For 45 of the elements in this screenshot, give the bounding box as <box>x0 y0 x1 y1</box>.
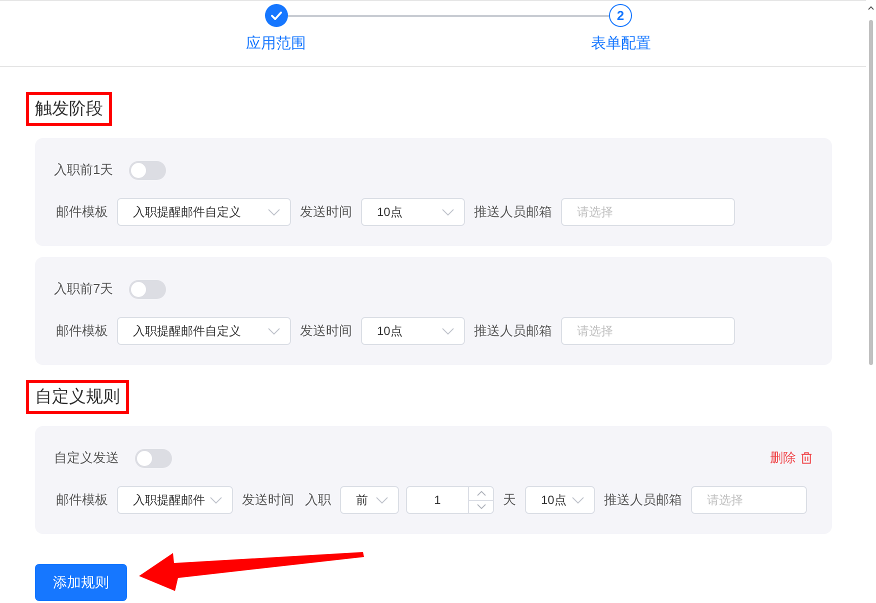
field-label: 邮件模板 <box>56 203 108 221</box>
add-rule-button[interactable]: 添加规则 <box>35 564 127 601</box>
email-field[interactable]: 请选择 <box>561 198 735 226</box>
chevron-up-icon <box>476 490 486 496</box>
field-label: 推送人员邮箱 <box>604 491 682 509</box>
field-label: 天 <box>503 491 516 509</box>
field-label: 入职 <box>305 491 331 509</box>
section-title: 自定义规则 <box>35 386 120 408</box>
toggle-switch[interactable] <box>129 280 166 298</box>
field-label: 发送时间 <box>300 203 352 221</box>
step-label: 应用范围 <box>245 34 307 54</box>
chevron-down-icon <box>376 496 388 504</box>
chevron-down-icon <box>268 328 280 334</box>
field-label: 推送人员邮箱 <box>474 203 552 221</box>
chevron-down-icon <box>476 504 486 510</box>
toggle-switch[interactable] <box>135 448 172 468</box>
field-label: 邮件模板 <box>56 322 108 340</box>
field-label: 推送人员邮箱 <box>474 322 552 340</box>
select-field[interactable]: 入职提醒邮件自定义 <box>117 198 291 226</box>
chevron-down-icon <box>442 328 454 334</box>
chevron-down-icon <box>572 496 584 504</box>
email-field[interactable]: 请选择 <box>691 486 807 514</box>
scrollbar-thumb[interactable] <box>869 20 873 365</box>
chevron-down-icon <box>268 208 280 216</box>
toggle-label: 入职前1天 <box>54 161 114 179</box>
select-field[interactable]: 入职提醒邮件 <box>117 486 233 514</box>
select-field[interactable]: 10点 <box>361 317 465 345</box>
field-label: 发送时间 <box>300 322 352 340</box>
field-label: 发送时间 <box>242 491 294 509</box>
toggle-switch[interactable] <box>129 160 166 180</box>
field-label: 邮件模板 <box>56 491 108 509</box>
select-field[interactable]: 10点 <box>361 198 465 226</box>
chevron-down-icon <box>210 496 222 504</box>
step-label: 表单配置 <box>590 34 652 54</box>
step-number: 2 <box>609 4 632 27</box>
select-field[interactable]: 10点 <box>525 486 595 514</box>
email-field[interactable]: 请选择 <box>561 317 735 345</box>
toggle-label: 入职前7天 <box>54 280 114 298</box>
trash-icon <box>801 452 812 464</box>
section-title: 触发阶段 <box>35 98 103 120</box>
number-field[interactable]: 1 <box>406 486 494 514</box>
toggle-label: 自定义发送 <box>54 449 119 467</box>
chevron-down-icon <box>442 208 454 216</box>
select-field[interactable]: 入职提醒邮件自定义 <box>117 317 291 345</box>
select-field[interactable]: 前 <box>340 486 399 514</box>
